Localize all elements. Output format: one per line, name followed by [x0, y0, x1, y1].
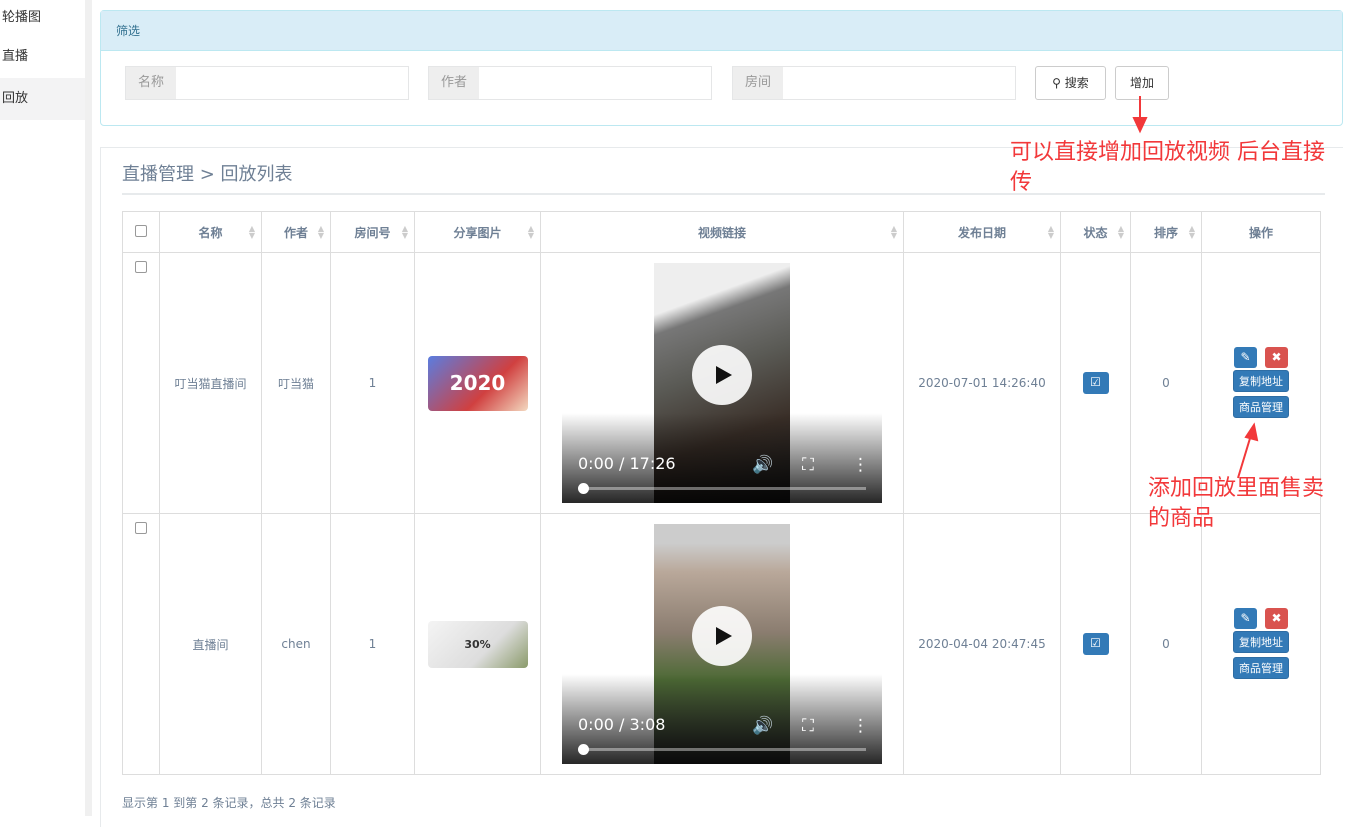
arrow-to-goods	[1237, 434, 1252, 479]
annotation-arrows	[1132, 96, 1259, 479]
arrowhead	[1132, 117, 1148, 134]
arrowhead	[1244, 422, 1259, 442]
